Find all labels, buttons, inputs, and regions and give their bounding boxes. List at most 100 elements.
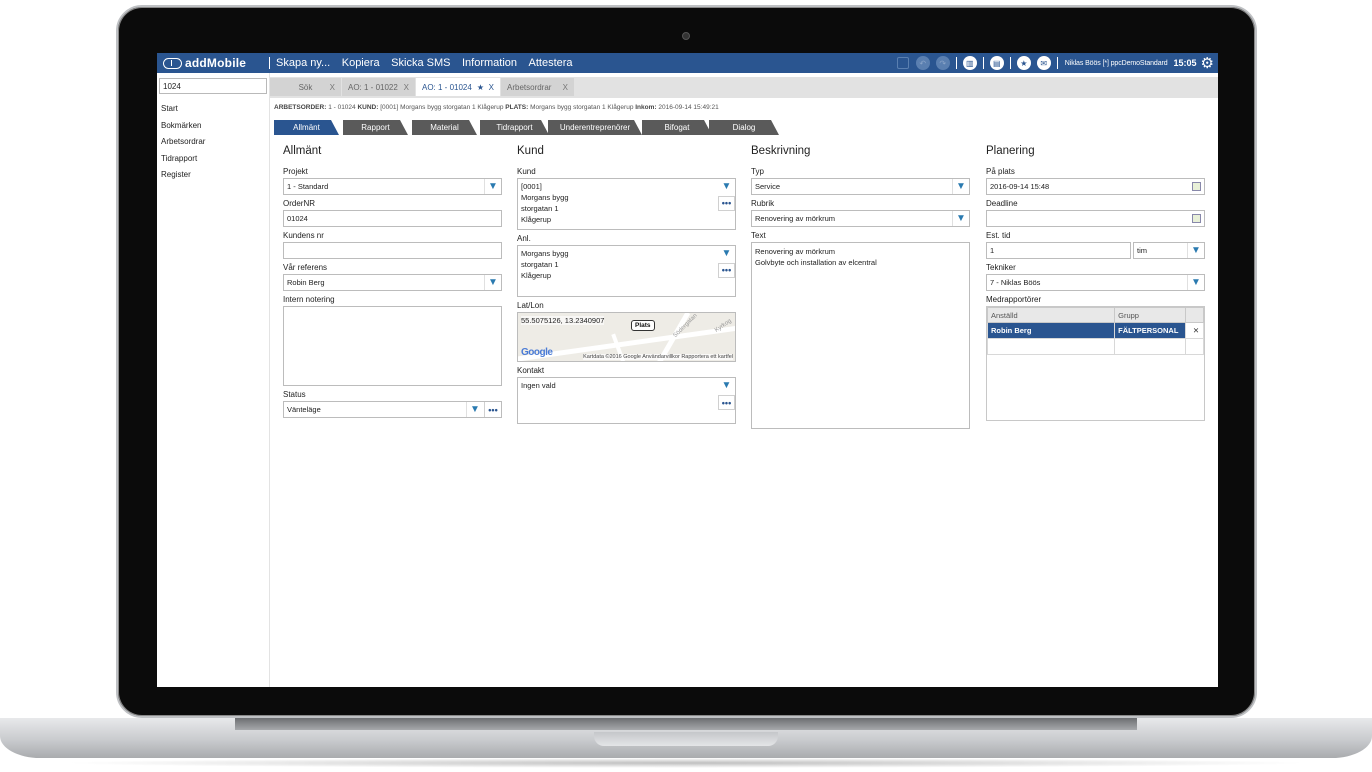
google-logo: Google — [521, 347, 553, 358]
close-icon[interactable]: X — [404, 83, 409, 92]
trash-icon[interactable]: ▥ — [962, 56, 977, 70]
mail-icon[interactable]: ✉ — [1036, 56, 1051, 70]
chevron-down-icon[interactable]: ▼ — [484, 179, 501, 194]
ordernr-input[interactable]: 01024 — [283, 210, 502, 227]
est-tid-row: 1 tim ▼ — [986, 242, 1205, 259]
app-logo[interactable]: addMobile — [157, 56, 267, 70]
section-tab-dialog[interactable]: Dialog — [709, 120, 779, 135]
section-tab-underentreprenorer[interactable]: Underentreprenörer — [548, 120, 642, 135]
latlon-label: Lat/Lon — [517, 301, 544, 310]
chevron-down-icon[interactable]: ▼ — [466, 402, 483, 417]
table-row-empty[interactable] — [986, 338, 1204, 355]
column-beskrivning: Beskrivning Typ Service ▼ Rubrik Renover… — [751, 145, 970, 429]
cell-grupp[interactable]: FÄLTPERSONAL — [1114, 322, 1187, 339]
menu-send-sms[interactable]: Skicka SMS — [391, 57, 450, 69]
cell-anstalld[interactable]: Robin Berg — [986, 322, 1116, 339]
est-tid-unit-select[interactable]: tim ▼ — [1133, 242, 1205, 259]
section-tab-bifogat[interactable]: Bifogat — [642, 120, 712, 135]
tekniker-select[interactable]: 7 - Niklas Böös ▼ — [986, 274, 1205, 291]
close-icon[interactable]: X — [563, 83, 568, 92]
search-input[interactable] — [159, 78, 267, 94]
chevron-down-icon[interactable]: ▼ — [952, 179, 969, 194]
tab-workorders[interactable]: Arbetsordrar X — [501, 78, 574, 96]
intern-notering-textarea[interactable] — [283, 306, 502, 386]
var-referens-select[interactable]: Robin Berg ▼ — [283, 274, 502, 291]
sidebar-item-workorders[interactable]: Arbetsordrar — [161, 137, 205, 154]
star-icon[interactable]: ★ — [1016, 56, 1031, 70]
tab-ao-01024[interactable]: AO: 1 - 01024 ★ X — [416, 78, 500, 96]
section-tab-material[interactable]: Material — [412, 120, 477, 135]
menu-copy[interactable]: Kopiera — [342, 57, 380, 69]
sidebar-item-timereport[interactable]: Tidrapport — [161, 154, 205, 171]
chevron-down-icon[interactable]: ▼ — [718, 378, 735, 393]
section-heading: Planering — [986, 145, 1035, 157]
close-icon[interactable]: X — [330, 83, 335, 92]
typ-value: Service — [755, 182, 781, 191]
text-textarea[interactable]: Renovering av mörkrum Golvbyte och insta… — [751, 242, 970, 429]
column-header-actions — [1185, 307, 1204, 323]
kontakt-field[interactable]: Ingen vald ▼ ••• — [517, 377, 736, 424]
gear-icon[interactable]: ⚙ — [1201, 56, 1214, 71]
save-icon[interactable] — [896, 57, 909, 69]
anl-line: storgatan 1 — [521, 260, 559, 269]
sidebar-item-register[interactable]: Register — [161, 170, 205, 187]
text-label: Text — [751, 231, 766, 240]
more-options-icon[interactable]: ••• — [484, 402, 501, 417]
menu-create-new[interactable]: Skapa ny... — [276, 57, 330, 69]
more-options-icon[interactable]: ••• — [718, 196, 735, 211]
projekt-select[interactable]: 1 - Standard ▼ — [283, 178, 502, 195]
cell-empty[interactable] — [1114, 338, 1187, 355]
est-tid-input[interactable]: 1 — [986, 242, 1131, 259]
section-tab-allmant[interactable]: Allmänt — [274, 120, 339, 135]
section-tab-rapport[interactable]: Rapport — [343, 120, 408, 135]
location-map[interactable]: Södergatan Kyrkog 55.5075126, 13.2340907… — [517, 312, 736, 362]
pa-plats-input[interactable]: 2016-09-14 15:48 — [986, 178, 1205, 195]
typ-select[interactable]: Service ▼ — [751, 178, 970, 195]
kund-field[interactable]: [0001] Morgans bygg storgatan 1 Klågerup… — [517, 178, 736, 230]
calendar-icon[interactable] — [1192, 214, 1201, 223]
tab-search[interactable]: Sök X — [270, 78, 341, 96]
tab-ao-01022[interactable]: AO: 1 - 01022 X — [342, 78, 415, 96]
kundens-nr-input[interactable] — [283, 242, 502, 259]
anl-label: Anl. — [517, 234, 531, 243]
ordernr-value: 01024 — [287, 214, 308, 223]
deadline-input[interactable] — [986, 210, 1205, 227]
more-options-icon[interactable]: ••• — [718, 263, 735, 278]
kontakt-value: Ingen vald — [521, 381, 556, 390]
chevron-down-icon[interactable]: ▼ — [952, 211, 969, 226]
chevron-down-icon[interactable]: ▼ — [484, 275, 501, 290]
est-tid-value: 1 — [990, 246, 995, 255]
table-row[interactable]: Robin Berg FÄLTPERSONAL ✕ — [986, 322, 1204, 339]
chevron-down-icon[interactable]: ▼ — [1187, 275, 1204, 290]
cell-empty[interactable] — [986, 338, 1116, 355]
menu-attest[interactable]: Attestera — [529, 57, 573, 69]
chevron-down-icon[interactable]: ▼ — [718, 246, 735, 261]
column-header-anstalld[interactable]: Anställd — [986, 307, 1116, 323]
anl-field[interactable]: Morgans bygg storgatan 1 Klågerup ▼ ••• — [517, 245, 736, 297]
summary-key: KUND: — [357, 104, 379, 111]
chevron-down-icon[interactable]: ▼ — [1187, 243, 1204, 258]
section-tab-tidrapport[interactable]: Tidrapport — [480, 120, 549, 135]
redo-icon[interactable]: ↷ — [935, 56, 950, 70]
close-icon[interactable]: X — [489, 83, 494, 92]
more-options-icon[interactable]: ••• — [718, 395, 735, 410]
status-select[interactable]: Vänteläge ▼ ••• — [283, 401, 502, 418]
main-content: Sök X AO: 1 - 01022 X AO: 1 - 01024 ★ X … — [270, 73, 1218, 687]
delete-row-icon[interactable]: ✕ — [1185, 322, 1204, 339]
clock: 15:05 — [1173, 58, 1197, 68]
sidebar-item-bookmarks[interactable]: Bokmärken — [161, 121, 205, 138]
pa-plats-value: 2016-09-14 15:48 — [990, 182, 1050, 191]
menu-information[interactable]: Information — [462, 57, 517, 69]
calendar-icon[interactable] — [1192, 182, 1201, 191]
map-footer[interactable]: Kartdata ©2016 Google Användarvillkor Ra… — [583, 354, 733, 360]
logo-icon — [163, 57, 182, 69]
user-label[interactable]: Niklas Böös [*] ppcDemoStandard — [1065, 60, 1168, 67]
undo-icon[interactable]: ↶ — [915, 56, 930, 70]
star-icon[interactable]: ★ — [477, 83, 484, 92]
rubrik-select[interactable]: Renovering av mörkrum ▼ — [751, 210, 970, 227]
column-header-grupp[interactable]: Grupp — [1114, 307, 1187, 323]
print-icon[interactable]: ▤ — [989, 56, 1004, 70]
chevron-down-icon[interactable]: ▼ — [718, 179, 735, 194]
map-pin-label[interactable]: Plats — [631, 320, 655, 331]
sidebar-item-start[interactable]: Start — [161, 104, 205, 121]
